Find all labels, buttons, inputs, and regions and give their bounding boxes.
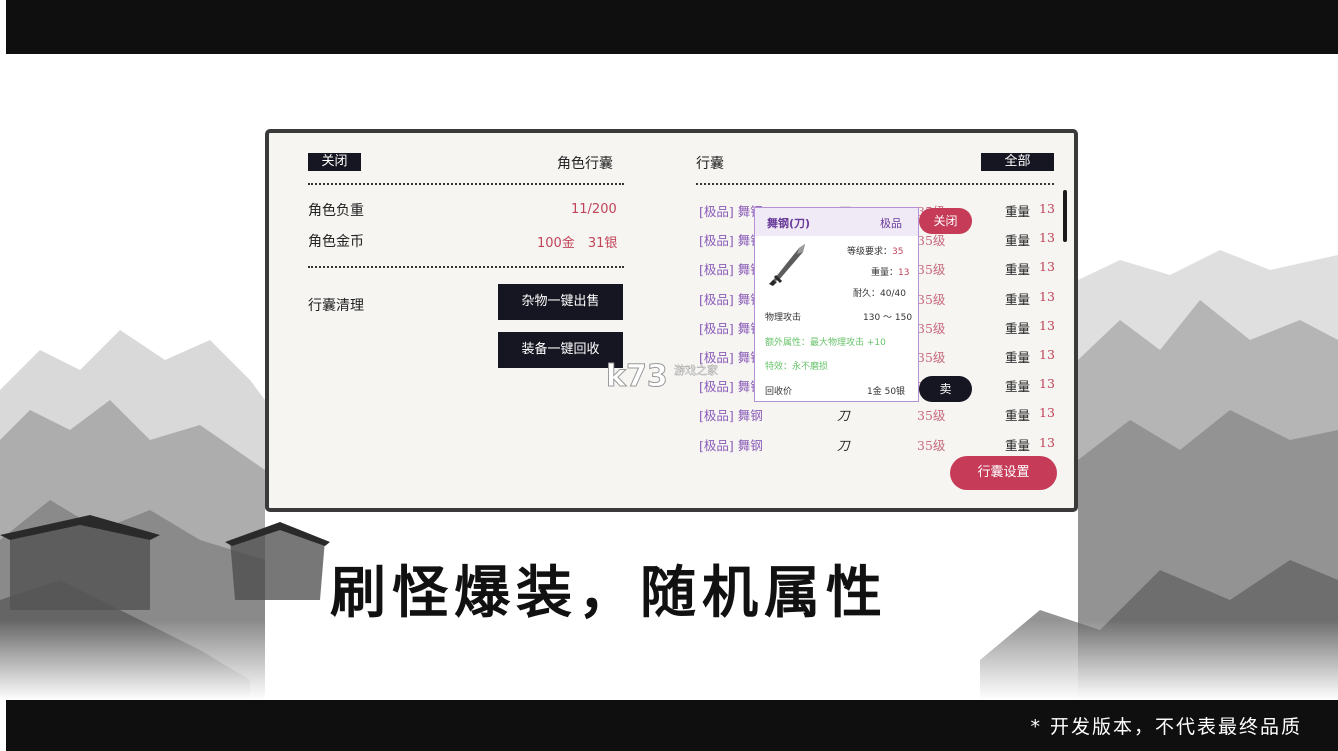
item-level: 35级 <box>917 437 946 453</box>
recycle-equipment-button[interactable]: 装备一键回收 <box>498 332 623 368</box>
tooltip-item-name: 舞钢(刀) <box>767 217 811 230</box>
item-weight-label: 重量 <box>1005 379 1031 395</box>
item-weight-value: 13 <box>1039 405 1055 421</box>
item-level: 35级 <box>917 408 946 424</box>
sell-item-button[interactable]: 卖 <box>919 376 972 402</box>
tooltip-close-button[interactable]: 关闭 <box>919 208 972 234</box>
item-tooltip: 舞钢(刀) 极品 等级要求：35 重量：13 耐久：40/40 物理攻击 130… <box>754 207 919 402</box>
cleanup-label: 行囊清理 <box>308 298 364 314</box>
item-weight-label: 重量 <box>1005 204 1031 219</box>
item-weight-value: 13 <box>1039 201 1055 216</box>
tooltip-level-req: 等级要求：35 <box>847 247 904 257</box>
tooltip-attack-value: 130 ～ 150 <box>863 313 913 323</box>
dev-version-disclaimer: * 开发版本，不代表最终品质 <box>1030 716 1302 738</box>
item-weight-label: 重量 <box>1005 233 1031 249</box>
inventory-panel: 关闭 角色行囊 角色负重 11/200 角色金币 100金 31银 行囊清理 杂… <box>265 129 1078 512</box>
item-level: 35级 <box>917 320 946 336</box>
item-weight-label: 重量 <box>1005 350 1031 365</box>
site-watermark: k73 游戏之家 <box>606 359 718 393</box>
tooltip-special-effect: 特效：永不磨损 <box>765 362 829 372</box>
watermark-site: 游戏之家 <box>674 363 718 377</box>
item-weight-label: 重量 <box>1005 437 1031 453</box>
divider <box>308 266 624 268</box>
tooltip-attack-label: 物理攻击 <box>765 313 802 323</box>
weight-value: 11/200 <box>571 202 617 217</box>
watermark-logo: k73 <box>606 359 668 392</box>
tooltip-extra-attribute: 额外属性：最大物理攻击 +10 <box>765 338 886 348</box>
item-type: 刀 <box>837 437 850 453</box>
coins-value: 100金 31银 <box>537 236 618 251</box>
item-weight-label: 重量 <box>1005 408 1031 424</box>
sell-junk-button[interactable]: 杂物一键出售 <box>498 284 623 320</box>
bottom-letterbox-bar: * 开发版本，不代表最终品质 <box>6 700 1338 751</box>
filter-all-button[interactable]: 全部 <box>981 153 1054 171</box>
tooltip-weight: 重量：13 <box>871 268 910 278</box>
inventory-scrollbar[interactable] <box>1063 190 1067 242</box>
tooltip-recycle-value: 1金 50银 <box>867 387 906 397</box>
tooltip-durability: 耐久：40/40 <box>853 289 906 299</box>
inventory-row[interactable]: [极品] 舞钢 刀 35级 重量 13 <box>699 405 1059 425</box>
divider <box>308 183 624 185</box>
item-weight-value: 13 <box>1039 230 1055 246</box>
character-bag-title: 角色行囊 <box>557 156 613 172</box>
item-name: [极品] 舞钢 <box>699 408 763 424</box>
top-letterbox-bar <box>6 0 1338 54</box>
item-weight-label: 重量 <box>1005 320 1031 336</box>
item-weight-value: 13 <box>1039 317 1055 333</box>
item-level: 35级 <box>917 262 946 278</box>
slogan-text: 刷怪爆装，随机属性 <box>330 560 888 626</box>
tooltip-recycle-label: 回收价 <box>765 387 793 397</box>
item-name: [极品] 舞钢 <box>699 437 763 453</box>
item-type: 刀 <box>837 408 850 424</box>
item-weight-label: 重量 <box>1005 291 1031 307</box>
item-weight-label: 重量 <box>1005 262 1031 278</box>
item-weight-value: 13 <box>1039 376 1055 392</box>
coins-label: 角色金币 <box>308 234 364 250</box>
item-weight-value: 13 <box>1039 259 1055 275</box>
inventory-row[interactable]: [极品] 舞钢 刀 35级 重量 13 <box>699 435 1059 455</box>
item-level: 35级 <box>917 350 946 365</box>
bag-title: 行囊 <box>696 156 724 172</box>
divider <box>696 183 1054 185</box>
bag-settings-button[interactable]: 行囊设置 <box>950 456 1057 490</box>
blade-icon <box>769 244 805 286</box>
item-level: 35级 <box>917 291 946 307</box>
item-weight-value: 13 <box>1039 434 1055 450</box>
weight-label: 角色负重 <box>308 203 364 219</box>
item-weight-value: 13 <box>1039 288 1055 304</box>
item-weight-value: 13 <box>1039 347 1055 362</box>
close-panel-button[interactable]: 关闭 <box>308 153 361 171</box>
tooltip-item-grade: 极品 <box>880 217 902 230</box>
